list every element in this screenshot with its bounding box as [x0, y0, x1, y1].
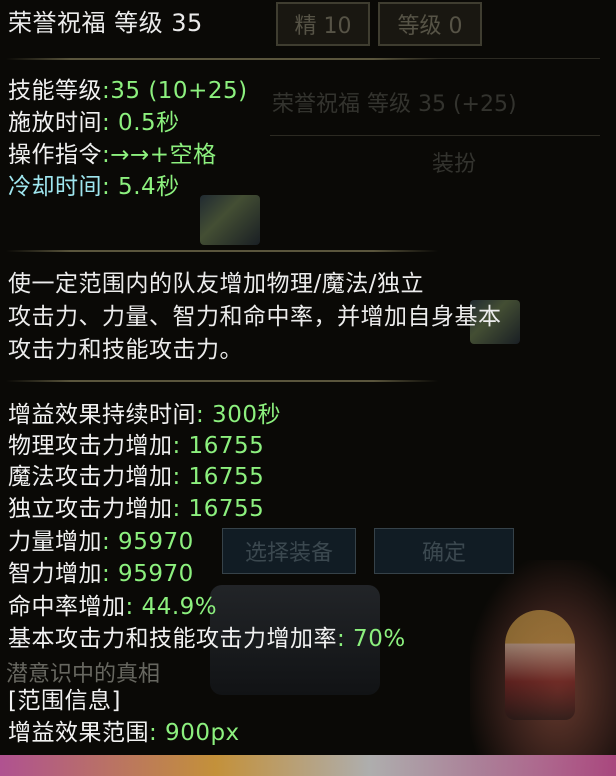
stat-row: 增益效果持续时间: 300秒	[8, 400, 281, 430]
stat-value: : 95970	[102, 529, 194, 555]
skill-level-value: :35 (10+25)	[102, 78, 248, 104]
stat-row: 魔法攻击力增加: 16755	[8, 462, 264, 492]
separator	[6, 250, 438, 252]
range-info-header: [范围信息]	[8, 688, 121, 714]
command-value: :→→+空格	[102, 142, 217, 168]
description-line: 使一定范围内的队友增加物理/魔法/独立	[8, 271, 424, 297]
tab-jing[interactable]: 精 10	[276, 2, 370, 46]
select-equipment-button[interactable]: 选择装备	[222, 528, 356, 574]
cast-time-label: 施放时间	[8, 110, 102, 136]
stat-label: 智力增加	[8, 561, 102, 587]
confirm-label: 确定	[421, 541, 466, 566]
tooltip-title: 荣誉祝福 等级 35	[8, 9, 203, 37]
stat-value: : 70%	[337, 626, 406, 652]
stat-label: 物理攻击力增加	[8, 433, 173, 459]
stat-label: 增益效果持续时间	[8, 402, 196, 428]
stat-row: 独立攻击力增加: 16755	[8, 494, 264, 524]
stat-label: 魔法攻击力增加	[8, 464, 173, 490]
stat-value: : 44.9%	[125, 594, 218, 620]
stat-label: 力量增加	[8, 529, 102, 555]
bg-skill-heading: 荣誉祝福 等级 35 (+25)	[272, 92, 517, 117]
bg-partial-text: 潜意识中的真相	[6, 662, 161, 687]
separator	[6, 58, 438, 60]
stat-row: 智力增加: 95970	[8, 559, 194, 589]
character-figure-image	[505, 610, 575, 720]
stat-value: : 16755	[172, 496, 265, 522]
cast-time-row: 施放时间: 0.5秒	[8, 108, 180, 138]
range-row: 增益效果范围: 900px	[8, 718, 240, 748]
cooldown-label: 冷却时间	[8, 174, 102, 200]
stat-value: : 16755	[172, 464, 265, 490]
separator	[6, 380, 438, 382]
skill-level-row: 技能等级:35 (10+25)	[8, 76, 248, 106]
range-value: : 900px	[149, 720, 240, 746]
description-line: 攻击力和技能攻击力。	[8, 337, 243, 363]
skill-level-label: 技能等级	[8, 78, 102, 104]
cooldown-row: 冷却时间: 5.4秒	[8, 172, 180, 202]
background-floor	[0, 755, 616, 776]
bg-dressup-label: 装扮	[432, 152, 477, 177]
cast-time-value: : 0.5秒	[102, 110, 180, 136]
command-label: 操作指令	[8, 142, 102, 168]
item-slot-icon[interactable]	[200, 195, 260, 245]
range-label: 增益效果范围	[8, 720, 149, 746]
stat-row: 力量增加: 95970	[8, 527, 194, 557]
description-line: 攻击力、力量、智力和命中率，并增加自身基本	[8, 304, 502, 330]
stat-row: 命中率增加: 44.9%	[8, 592, 217, 622]
select-equipment-label: 选择装备	[244, 541, 333, 566]
stat-value: : 300秒	[196, 402, 281, 428]
bg-divider	[270, 135, 600, 136]
stat-row: 物理攻击力增加: 16755	[8, 431, 264, 461]
stat-value: : 16755	[172, 433, 265, 459]
stat-label: 命中率增加	[8, 594, 126, 620]
command-row: 操作指令:→→+空格	[8, 140, 217, 170]
stat-label: 独立攻击力增加	[8, 496, 173, 522]
tab-level[interactable]: 等级 0	[378, 2, 482, 46]
tab-level-label: 等级 0	[397, 14, 463, 39]
cooldown-value: : 5.4秒	[102, 174, 180, 200]
tab-jing-label: 精 10	[294, 14, 352, 39]
stat-label: 基本攻击力和技能攻击力增加率	[8, 626, 337, 652]
stat-value: : 95970	[102, 561, 194, 587]
stat-row: 基本攻击力和技能攻击力增加率: 70%	[8, 624, 406, 654]
